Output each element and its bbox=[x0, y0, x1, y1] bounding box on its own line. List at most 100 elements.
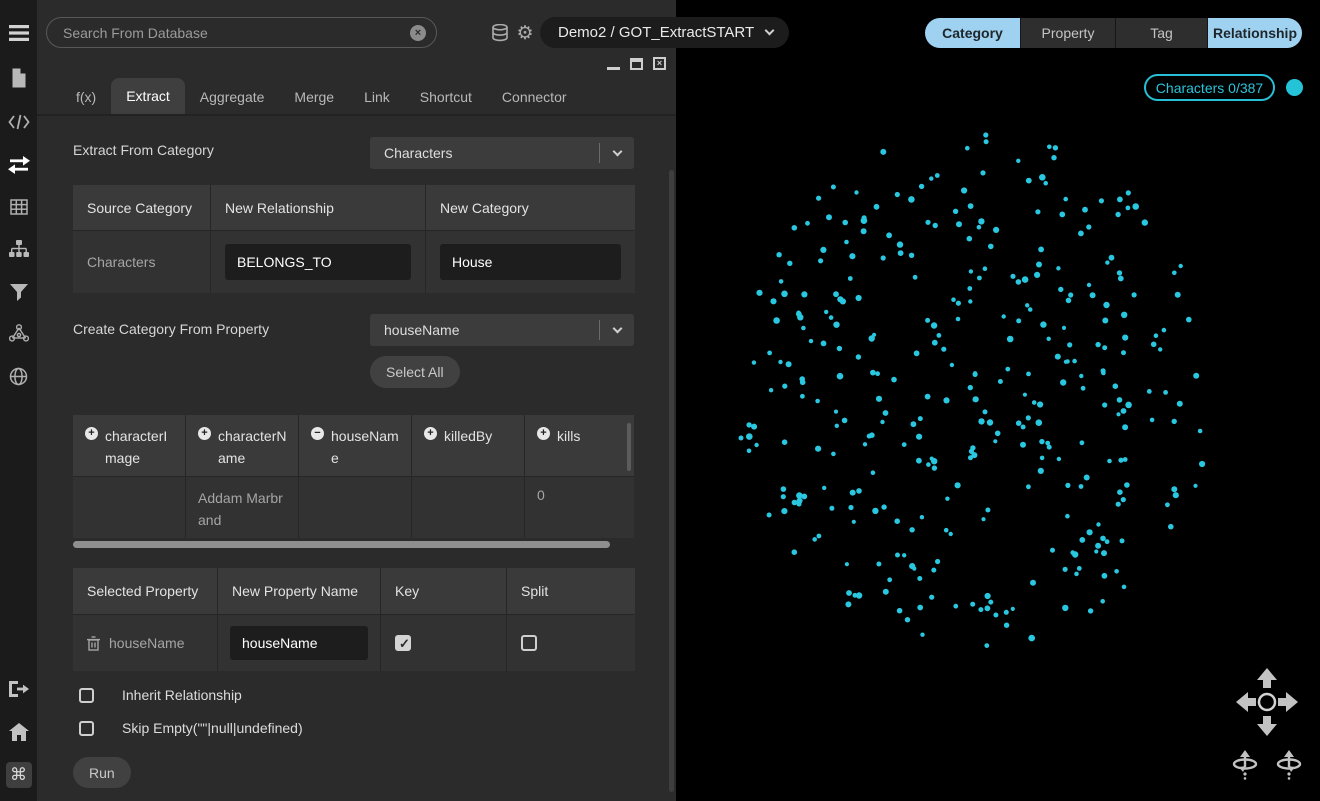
graph-node[interactable] bbox=[983, 132, 988, 137]
graph-node[interactable] bbox=[786, 361, 792, 367]
graph-node[interactable] bbox=[883, 589, 889, 595]
graph-node[interactable] bbox=[833, 291, 839, 297]
graph-node[interactable] bbox=[969, 269, 973, 273]
graph-node[interactable] bbox=[978, 418, 984, 424]
graph-node[interactable] bbox=[925, 318, 930, 323]
graph-node[interactable] bbox=[880, 149, 886, 155]
graph-node[interactable] bbox=[891, 377, 897, 383]
menu-icon[interactable] bbox=[8, 22, 30, 44]
graph-node[interactable] bbox=[1002, 314, 1006, 318]
graph-node[interactable] bbox=[973, 396, 979, 402]
graph-node[interactable] bbox=[746, 422, 751, 427]
graph-node[interactable] bbox=[1142, 219, 1148, 225]
graph-node[interactable] bbox=[1036, 262, 1042, 268]
graph-node[interactable] bbox=[816, 196, 821, 201]
graph-node[interactable] bbox=[850, 490, 856, 496]
tab-link[interactable]: Link bbox=[349, 80, 405, 114]
graph-node[interactable] bbox=[1116, 412, 1120, 416]
graph-node[interactable] bbox=[897, 608, 903, 614]
graph-node[interactable] bbox=[1026, 178, 1032, 184]
graph-node[interactable] bbox=[770, 298, 776, 304]
graph-node[interactable] bbox=[984, 139, 989, 144]
graph-node[interactable] bbox=[1186, 317, 1192, 323]
graph-node[interactable] bbox=[848, 505, 853, 510]
column-header[interactable]: + characterImage bbox=[73, 415, 185, 476]
graph-node[interactable] bbox=[805, 221, 810, 226]
graph-node[interactable] bbox=[1124, 482, 1130, 488]
graph-node[interactable] bbox=[1023, 393, 1027, 397]
graph-node[interactable] bbox=[985, 593, 991, 599]
graph-node[interactable] bbox=[1086, 224, 1091, 229]
graph-node[interactable] bbox=[876, 396, 882, 402]
graph-node[interactable] bbox=[1057, 457, 1061, 461]
tab-connector[interactable]: Connector bbox=[487, 80, 582, 114]
tab-relationship[interactable]: Relationship bbox=[1207, 18, 1302, 48]
graph-node[interactable] bbox=[932, 465, 937, 470]
graph-node[interactable] bbox=[747, 449, 752, 454]
graph-node[interactable] bbox=[856, 354, 861, 359]
graph-node[interactable] bbox=[1096, 522, 1100, 526]
graph-node[interactable] bbox=[792, 500, 798, 506]
graph-canvas[interactable] bbox=[676, 0, 1320, 801]
graph-node[interactable] bbox=[898, 250, 904, 256]
graph-node[interactable] bbox=[781, 494, 786, 499]
graph-node[interactable] bbox=[1117, 270, 1122, 275]
graph-node[interactable] bbox=[831, 452, 836, 457]
graph-node[interactable] bbox=[1026, 415, 1031, 420]
graph-node[interactable] bbox=[988, 600, 993, 605]
graph-node[interactable] bbox=[1080, 440, 1085, 445]
plus-circle-icon[interactable]: + bbox=[537, 427, 550, 440]
graph-node[interactable] bbox=[842, 418, 848, 424]
graph-node[interactable] bbox=[1047, 337, 1051, 341]
graph-node[interactable] bbox=[1056, 266, 1060, 270]
logout-icon[interactable] bbox=[8, 678, 30, 700]
graph-node[interactable] bbox=[1132, 203, 1139, 210]
graph-node[interactable] bbox=[933, 223, 938, 228]
graph-node[interactable] bbox=[1095, 342, 1100, 347]
graph-node[interactable] bbox=[984, 643, 989, 648]
column-header[interactable]: − houseName bbox=[299, 415, 411, 476]
graph-node[interactable] bbox=[883, 410, 889, 416]
graph-node[interactable] bbox=[909, 527, 914, 532]
graph-node[interactable] bbox=[839, 297, 844, 302]
graph-node[interactable] bbox=[876, 562, 881, 567]
graph-node[interactable] bbox=[881, 255, 886, 260]
graph-node[interactable] bbox=[970, 602, 975, 607]
graph-node[interactable] bbox=[862, 215, 867, 220]
graph-node[interactable] bbox=[1040, 321, 1046, 327]
graph-node[interactable] bbox=[985, 508, 990, 513]
graph-node[interactable] bbox=[956, 221, 962, 227]
graph-node[interactable] bbox=[1101, 368, 1106, 373]
graph-node[interactable] bbox=[796, 311, 802, 317]
graph-node[interactable] bbox=[1193, 484, 1197, 488]
graph-node[interactable] bbox=[1077, 566, 1082, 571]
graph-node[interactable] bbox=[769, 388, 773, 392]
graph-node[interactable] bbox=[856, 295, 862, 301]
graph-node[interactable] bbox=[930, 457, 934, 461]
maximize-icon[interactable] bbox=[630, 58, 643, 70]
graph-node[interactable] bbox=[874, 204, 880, 210]
graph-node[interactable] bbox=[894, 518, 900, 524]
graph-node[interactable] bbox=[1016, 420, 1022, 426]
graph-node[interactable] bbox=[1036, 419, 1043, 426]
graph-node[interactable] bbox=[852, 520, 856, 524]
graph-node[interactable] bbox=[886, 232, 892, 238]
graph-node[interactable] bbox=[1123, 457, 1128, 462]
graph-node[interactable] bbox=[929, 595, 934, 600]
graph-node[interactable] bbox=[1040, 456, 1045, 461]
graph-node[interactable] bbox=[1043, 181, 1048, 186]
graph-node[interactable] bbox=[1116, 502, 1121, 507]
graph-node[interactable] bbox=[781, 508, 787, 514]
characters-count-badge[interactable]: Characters 0/387 bbox=[1144, 74, 1275, 101]
graph-node[interactable] bbox=[875, 371, 880, 376]
graph-node[interactable] bbox=[1030, 580, 1036, 586]
graph-node[interactable] bbox=[871, 470, 876, 475]
graph-node[interactable] bbox=[1172, 271, 1177, 276]
rotate-left-icon[interactable] bbox=[1231, 750, 1259, 780]
graph-node[interactable] bbox=[1175, 292, 1181, 298]
graph-node[interactable] bbox=[1126, 206, 1131, 211]
graph-node[interactable] bbox=[1074, 572, 1079, 577]
column-header[interactable]: + killedBy bbox=[412, 415, 524, 476]
graph-node[interactable] bbox=[950, 363, 954, 367]
graph-node[interactable] bbox=[1072, 359, 1077, 364]
